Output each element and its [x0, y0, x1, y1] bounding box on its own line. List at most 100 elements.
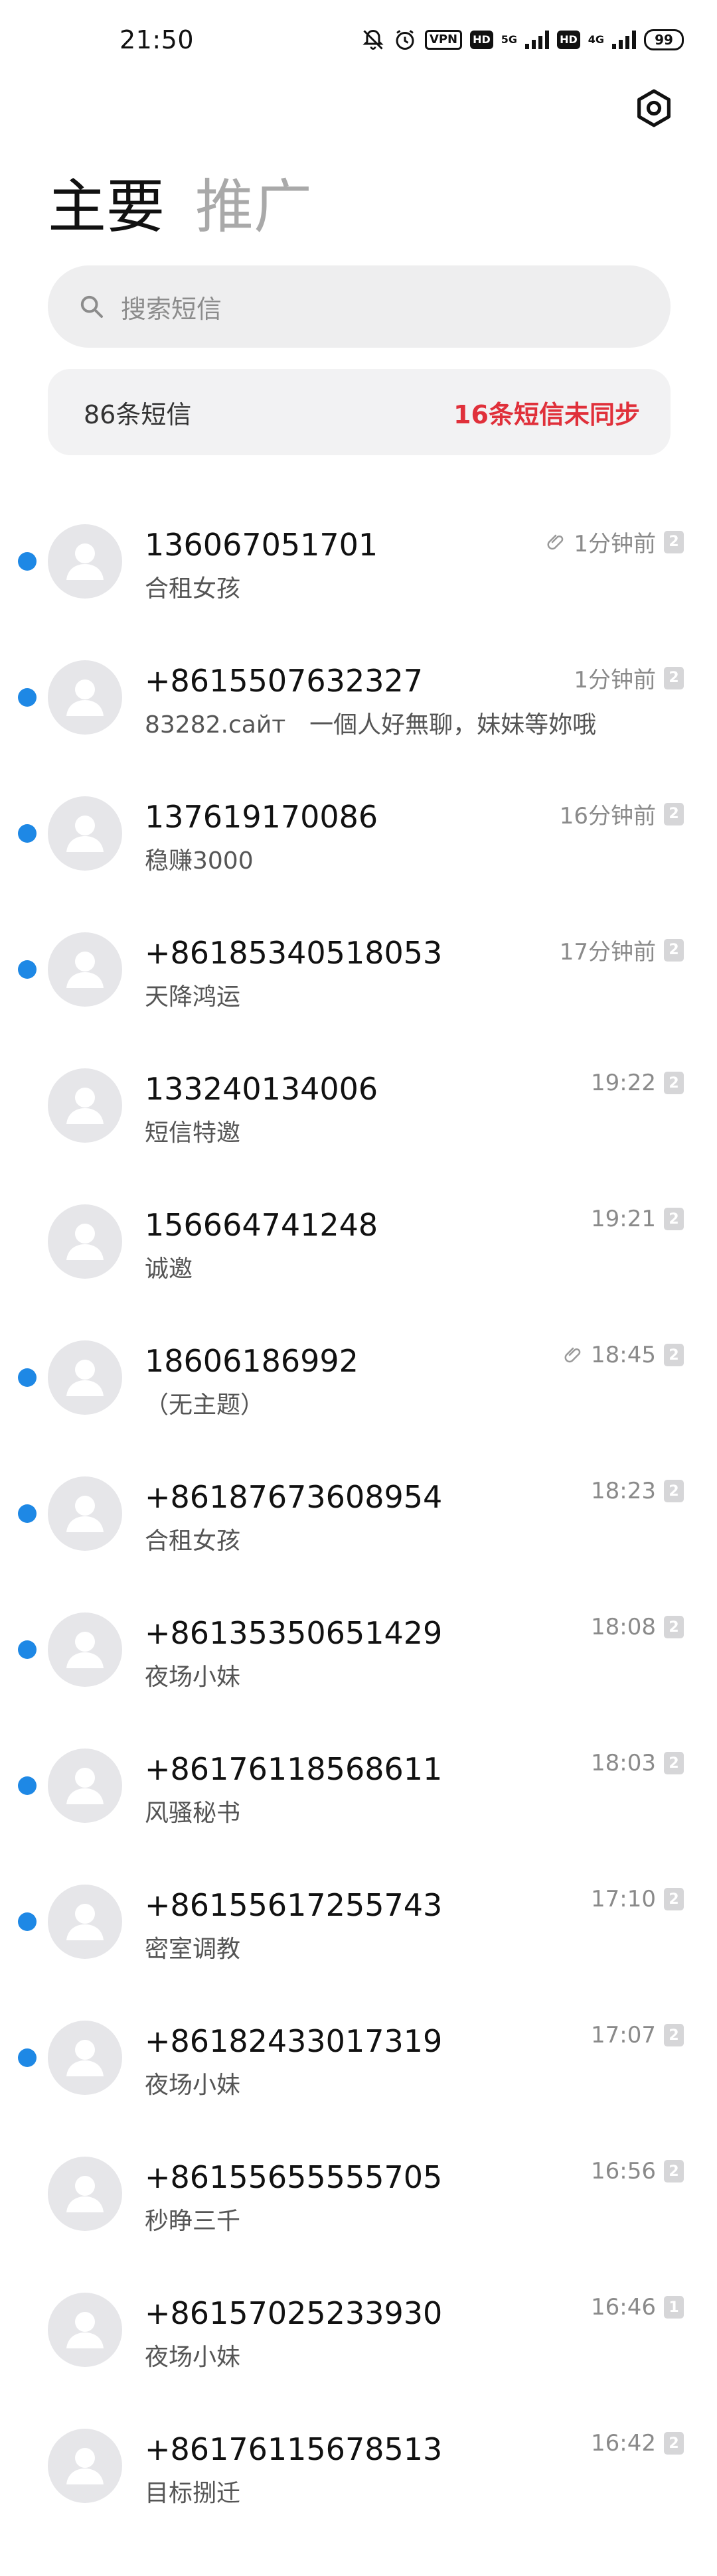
hd-badge: HD: [470, 31, 493, 49]
conversation-row[interactable]: 137619170086 稳赚3000 16分钟前 2: [0, 750, 717, 886]
sender-name: 136067051701: [145, 527, 378, 563]
settings-icon: [633, 88, 675, 131]
person-icon: [66, 2448, 104, 2484]
settings-button[interactable]: [631, 86, 677, 133]
sim-card-icon: 2: [664, 530, 684, 553]
sim-card-icon: 2: [664, 1072, 684, 1094]
person-icon: [66, 2040, 104, 2076]
message-preview: 合租女孩: [145, 1528, 241, 1555]
message-meta: 18:03 2: [591, 1750, 684, 1776]
message-count: 86条短信: [84, 399, 192, 429]
message-preview: 天降鸿运: [145, 983, 241, 1011]
avatar[interactable]: [48, 2157, 122, 2231]
search-placeholder: 搜索短信: [121, 294, 222, 324]
message-time: 1分钟前: [574, 531, 656, 557]
sim-card-icon: 2: [664, 1616, 684, 1638]
avatar[interactable]: [48, 932, 122, 1007]
sender-name: +86187673608954: [145, 1479, 443, 1515]
message-preview: 短信特邀: [145, 1119, 241, 1147]
conversation-row[interactable]: +8615507632327 83282.сайт 一個人好無聊，妹妹等妳哦 1分钟…: [0, 614, 717, 750]
signal-icon-2: [612, 31, 636, 49]
sim-card-icon: 2: [664, 1752, 684, 1774]
unread-dot-icon: [18, 2048, 37, 2067]
avatar[interactable]: [48, 1749, 122, 1823]
conversation-row[interactable]: +86176118568611 风骚秘书 18:03 2: [0, 1702, 717, 1838]
avatar[interactable]: [48, 2293, 122, 2367]
person-icon: [66, 816, 104, 852]
unread-dot-icon: [18, 1368, 37, 1387]
message-time: 1分钟前: [574, 667, 656, 693]
sender-name: +86176115678513: [145, 2431, 443, 2467]
conversation-row[interactable]: 133240134006 短信特邀 19:22 2: [0, 1022, 717, 1158]
conversation-row[interactable]: +86135350651429 夜场小妹 18:08 2: [0, 1566, 717, 1702]
sender-name: +86135350651429: [145, 1615, 443, 1651]
sender-name: +86157025233930: [145, 2295, 443, 2331]
tab-promotions[interactable]: 推广: [195, 174, 312, 240]
search-input[interactable]: 搜索短信: [48, 265, 671, 348]
person-icon: [66, 1904, 104, 1940]
sender-name: +86182433017319: [145, 2023, 443, 2059]
message-meta: 17分钟前 2: [560, 934, 684, 966]
sim-card-icon: 2: [664, 1888, 684, 1910]
sender-name: +86155617255743: [145, 1887, 443, 1923]
unread-dot-icon: [18, 1640, 37, 1659]
avatar[interactable]: [48, 1204, 122, 1279]
conversation-row[interactable]: +86155617255743 密室调教 17:10 2: [0, 1838, 717, 1974]
net-type-5g: 5G: [501, 33, 518, 46]
conversation-row[interactable]: +86182433017319 夜场小妹 17:07 2: [0, 1974, 717, 2110]
sim-card-icon: 2: [664, 2024, 684, 2046]
message-preview: 风骚秘书: [145, 1800, 241, 1827]
message-preview: 稳赚3000: [145, 847, 254, 875]
conversation-row[interactable]: 156664741248 诚邀 19:21 2: [0, 1158, 717, 1294]
person-icon: [66, 1632, 104, 1668]
message-time: 19:22: [591, 1070, 656, 1096]
unread-dot-icon: [18, 960, 37, 979]
avatar[interactable]: [48, 660, 122, 735]
signal-icon: [525, 31, 550, 49]
avatar[interactable]: [48, 1068, 122, 1143]
tab-primary[interactable]: 主要: [48, 174, 165, 240]
person-icon: [66, 952, 104, 988]
status-icons: VPN HD 5G HD 4G 99: [361, 24, 684, 56]
sender-name: 156664741248: [145, 1207, 378, 1243]
avatar[interactable]: [48, 2021, 122, 2095]
message-meta: 18:23 2: [591, 1478, 684, 1504]
person-icon: [66, 680, 104, 716]
avatar[interactable]: [48, 2429, 122, 2503]
message-preview: 83282.сайт 一個人好無聊，妹妹等妳哦: [145, 711, 597, 739]
conversation-row[interactable]: +86187673608954 合租女孩 18:23 2: [0, 1430, 717, 1566]
network-4g-label: 4G: [588, 35, 604, 45]
conversation-row[interactable]: +86176115678513 目标捌迁 16:42 2: [0, 2382, 717, 2518]
avatar[interactable]: [48, 1885, 122, 1959]
battery-indicator: 99: [644, 29, 684, 50]
message-preview: 秒睁三千: [145, 2208, 241, 2235]
unread-dot-icon: [18, 552, 37, 571]
message-time: 16:46: [591, 2294, 656, 2321]
message-preview: 诚邀: [145, 1255, 193, 1283]
avatar[interactable]: [48, 796, 122, 871]
avatar[interactable]: [48, 1612, 122, 1687]
avatar[interactable]: [48, 1340, 122, 1415]
unread-dot-icon: [18, 1912, 37, 1931]
conversation-list: 136067051701 合租女孩 1分钟前 2 +8615507632327 83282…: [0, 478, 717, 2518]
unsynced-count[interactable]: 16条短信未同步: [453, 394, 640, 431]
avatar[interactable]: [48, 524, 122, 599]
status-time: 21:50: [120, 25, 195, 54]
unread-dot-icon: [18, 824, 37, 843]
person-icon: [66, 1496, 104, 1532]
sync-summary-card[interactable]: 86条短信 16条短信未同步: [48, 369, 671, 455]
sender-name: +86176118568611: [145, 1751, 443, 1787]
message-meta: 17:10 2: [591, 1886, 684, 1912]
message-time: 19:21: [591, 1206, 656, 1232]
conversation-row[interactable]: 18606186992 （无主题） 18:45 2: [0, 1294, 717, 1430]
conversation-row[interactable]: +86185340518053 天降鸿运 17分钟前 2: [0, 886, 717, 1022]
conversation-row[interactable]: 136067051701 合租女孩 1分钟前 2: [0, 478, 717, 614]
conversation-row[interactable]: +86157025233930 夜场小妹 16:46 1: [0, 2246, 717, 2382]
message-meta: 16分钟前 2: [560, 798, 684, 830]
message-preview: 合租女孩: [145, 575, 241, 603]
message-time: 16分钟前: [559, 803, 656, 829]
message-time: 17分钟前: [559, 939, 656, 966]
avatar[interactable]: [48, 1476, 122, 1551]
conversation-row[interactable]: +86155655555705 秒睁三千 16:56 2: [0, 2110, 717, 2246]
sender-name: 137619170086: [145, 799, 378, 835]
